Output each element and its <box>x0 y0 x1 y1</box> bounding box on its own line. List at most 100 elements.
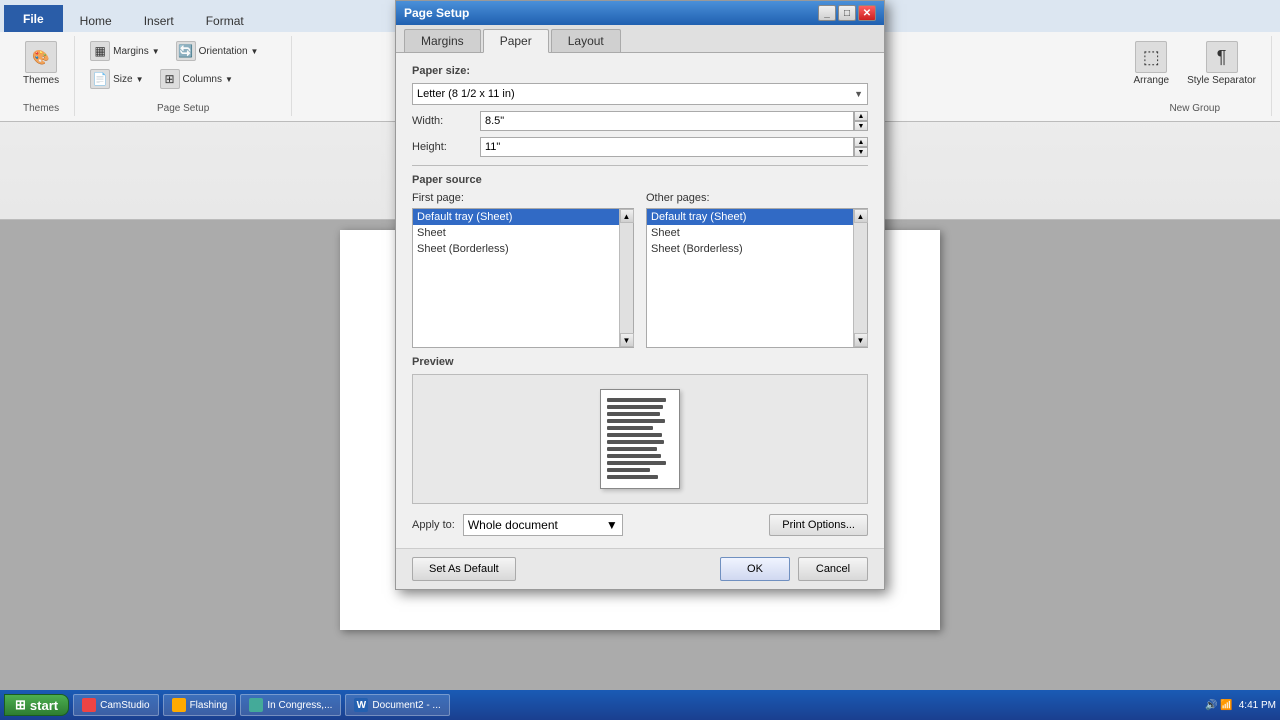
orientation-button[interactable]: 🔄 Orientation ▼ <box>169 38 266 64</box>
taskbar-browser[interactable]: In Congress,... <box>240 694 341 716</box>
margins-button[interactable]: ▦ Margins ▼ <box>83 38 167 64</box>
tab-file[interactable]: File <box>4 5 63 32</box>
ok-button[interactable]: OK <box>720 557 790 581</box>
tab-format[interactable]: Format <box>191 9 259 32</box>
flashing-icon <box>172 698 186 712</box>
first-page-label: First page: <box>412 192 634 204</box>
paper-source-row: First page: Default tray (Sheet) Sheet S… <box>412 192 868 348</box>
ribbon-group-themes: 🎨 Themes Themes <box>8 36 75 116</box>
dialog-body: Paper size: Letter (8 1/2 x 11 in) ▼ Wid… <box>396 53 884 548</box>
paper-size-select[interactable]: Letter (8 1/2 x 11 in) ▼ <box>412 83 868 105</box>
scroll-up[interactable]: ▲ <box>854 209 868 223</box>
height-spin-up[interactable]: ▲ <box>854 137 868 147</box>
page-setup-dialog[interactable]: Page Setup _ □ ✕ Margins Paper Layout Pa… <box>395 0 885 590</box>
preview-box <box>412 374 868 504</box>
dialog-title-buttons: _ □ ✕ <box>818 5 876 21</box>
scroll-up[interactable]: ▲ <box>620 209 634 223</box>
tab-home[interactable]: Home <box>65 9 127 32</box>
height-input[interactable] <box>480 137 854 157</box>
themes-group-label: Themes <box>23 103 59 114</box>
ribbon-group-new: ⬚ Arrange ¶ Style Separator New Group <box>1118 36 1272 116</box>
word-icon: W <box>354 698 368 712</box>
list-item[interactable]: Sheet <box>647 225 853 241</box>
preview-line <box>607 398 666 402</box>
scroll-track <box>854 223 867 333</box>
arrange-icon: ⬚ <box>1135 41 1167 73</box>
other-pages-source: Other pages: Default tray (Sheet) Sheet … <box>646 192 868 348</box>
set-as-default-button[interactable]: Set As Default <box>412 557 516 581</box>
margins-icon: ▦ <box>90 41 110 61</box>
list-item[interactable]: Default tray (Sheet) <box>647 209 853 225</box>
first-page-scrollbar: ▲ ▼ <box>619 209 633 347</box>
width-input[interactable] <box>480 111 854 131</box>
dialog-minimize-button[interactable]: _ <box>818 5 836 21</box>
dialog-maximize-button[interactable]: □ <box>838 5 856 21</box>
preview-line <box>607 433 662 437</box>
apply-to-arrow: ▼ <box>606 518 618 532</box>
other-pages-list[interactable]: Default tray (Sheet) Sheet Sheet (Border… <box>646 208 868 348</box>
height-spin-down[interactable]: ▼ <box>854 147 868 157</box>
width-label: Width: <box>412 115 472 127</box>
other-pages-label: Other pages: <box>646 192 868 204</box>
width-spin-down[interactable]: ▼ <box>854 121 868 131</box>
preview-label: Preview <box>412 356 868 368</box>
dialog-close-button[interactable]: ✕ <box>858 5 876 21</box>
themes-button[interactable]: 🎨 Themes <box>16 38 66 89</box>
start-button[interactable]: ⊞ start <box>4 694 69 716</box>
width-input-group: ▲ ▼ <box>480 111 868 131</box>
taskbar-flashing[interactable]: Flashing <box>163 694 237 716</box>
list-item[interactable]: Sheet (Borderless) <box>413 241 619 257</box>
preview-line <box>607 475 658 479</box>
arrange-button[interactable]: ⬚ Arrange <box>1126 38 1176 89</box>
cancel-button[interactable]: Cancel <box>798 557 868 581</box>
dialog-title: Page Setup <box>404 6 469 20</box>
paper-size-arrow: ▼ <box>854 89 863 99</box>
tab-paper[interactable]: Paper <box>483 29 549 53</box>
dialog-tabs: Margins Paper Layout <box>396 25 884 53</box>
columns-button[interactable]: ⊞ Columns ▼ <box>153 66 240 92</box>
ribbon-group-page-setup: ▦ Margins ▼ 🔄 Orientation ▼ 📄 Size ▼ ⊞ C… <box>75 36 292 116</box>
apply-to-row: Apply to: Whole document ▼ Print Options… <box>412 514 868 536</box>
first-page-list-content: Default tray (Sheet) Sheet Sheet (Border… <box>413 209 619 347</box>
tab-insert[interactable]: Insert <box>129 9 189 32</box>
scroll-down[interactable]: ▼ <box>854 333 868 347</box>
taskbar-icons: 🔊 📶 <box>1205 700 1233 711</box>
scroll-down[interactable]: ▼ <box>620 333 634 347</box>
taskbar: ⊞ start CamStudio Flashing In Congress,.… <box>0 690 1280 720</box>
paper-size-row: Letter (8 1/2 x 11 in) ▼ <box>412 83 868 105</box>
taskbar-time: 4:41 PM <box>1239 700 1276 711</box>
orientation-icon: 🔄 <box>176 41 196 61</box>
first-page-list[interactable]: Default tray (Sheet) Sheet Sheet (Border… <box>412 208 634 348</box>
width-spin-up[interactable]: ▲ <box>854 111 868 121</box>
preview-line <box>607 447 657 451</box>
height-label: Height: <box>412 141 472 153</box>
taskbar-camstudio[interactable]: CamStudio <box>73 694 158 716</box>
style-separator-button[interactable]: ¶ Style Separator <box>1180 38 1263 89</box>
list-item[interactable]: Sheet (Borderless) <box>647 241 853 257</box>
size-button[interactable]: 📄 Size ▼ <box>83 66 150 92</box>
divider-1 <box>412 165 868 166</box>
preview-section: Preview <box>412 356 868 504</box>
themes-icon: 🎨 <box>25 41 57 73</box>
width-row: Width: ▲ ▼ <box>412 111 868 131</box>
windows-icon: ⊞ <box>15 697 26 713</box>
tab-margins[interactable]: Margins <box>404 29 481 52</box>
width-spinner: ▲ ▼ <box>854 111 868 131</box>
preview-line <box>607 454 661 458</box>
taskbar-right: 🔊 📶 4:41 PM <box>1205 700 1276 711</box>
apply-to-select[interactable]: Whole document ▼ <box>463 514 623 536</box>
print-options-button[interactable]: Print Options... <box>769 514 868 536</box>
paper-size-section-label: Paper size: <box>412 65 868 77</box>
preview-line <box>607 461 666 465</box>
new-group-label: New Group <box>1169 103 1220 114</box>
dialog-titlebar: Page Setup _ □ ✕ <box>396 1 884 25</box>
list-item[interactable]: Default tray (Sheet) <box>413 209 619 225</box>
dialog-footer: Set As Default OK Cancel <box>396 548 884 589</box>
preview-line <box>607 405 663 409</box>
preview-line <box>607 419 665 423</box>
tab-layout[interactable]: Layout <box>551 29 621 52</box>
list-item[interactable]: Sheet <box>413 225 619 241</box>
preview-line <box>607 426 653 430</box>
taskbar-word[interactable]: W Document2 - ... <box>345 694 449 716</box>
height-input-group: ▲ ▼ <box>480 137 868 157</box>
